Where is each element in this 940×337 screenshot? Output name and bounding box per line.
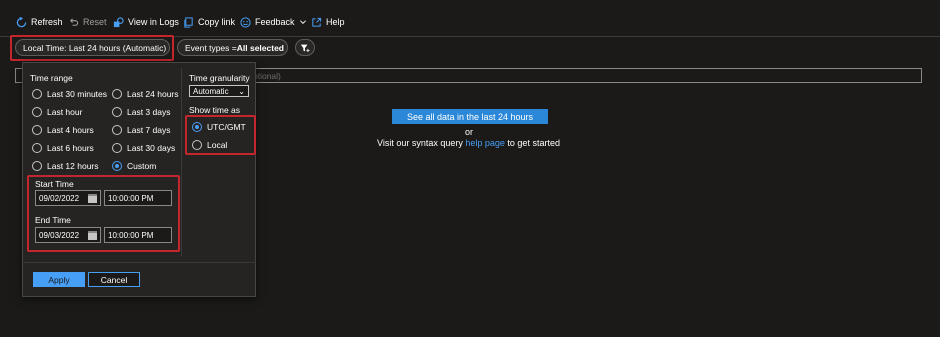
cancel-label: Cancel <box>100 274 128 285</box>
copy-link-label: Copy link <box>198 17 236 27</box>
add-filter-button[interactable] <box>295 39 315 56</box>
time-range-title: Time range <box>30 73 73 83</box>
view-in-logs-button[interactable]: View in Logs <box>113 15 179 29</box>
help-label: Help <box>326 17 345 27</box>
radio-last-30-minutes[interactable]: Last 30 minutes <box>32 89 107 99</box>
or-text: or <box>465 127 474 137</box>
radio-circle <box>32 107 42 117</box>
radio-label: Last hour <box>47 107 83 117</box>
radio-last-30-days[interactable]: Last 30 days <box>112 143 175 153</box>
radio-label: Last 4 hours <box>47 125 94 135</box>
refresh-button[interactable]: Refresh <box>16 15 63 29</box>
reset-label: Reset <box>83 17 107 27</box>
radio-label: UTC/GMT <box>207 122 246 132</box>
help-line: Visit our syntax query help page to get … <box>377 138 560 148</box>
start-date-input[interactable]: 09/02/2022 <box>35 190 101 206</box>
help-button[interactable]: Help <box>311 15 345 29</box>
radio-local[interactable]: Local <box>192 140 227 150</box>
radio-circle <box>32 161 42 171</box>
radio-label: Last 30 minutes <box>47 89 108 99</box>
radio-label: Custom <box>127 161 157 171</box>
filter-add-icon <box>300 44 310 52</box>
radio-circle <box>112 89 122 99</box>
start-time-label: Start Time <box>35 179 74 189</box>
show-time-as-title: Show time as <box>189 105 241 115</box>
radio-last-3-days[interactable]: Last 3 days <box>112 107 170 117</box>
end-time-value: 10:00:00 PM <box>108 230 154 240</box>
view-in-logs-label: View in Logs <box>128 17 179 27</box>
event-types-value: All selected <box>236 42 284 53</box>
radio-last-6-hours[interactable]: Last 6 hours <box>32 143 94 153</box>
calendar-icon[interactable] <box>88 231 97 240</box>
end-time-label: End Time <box>35 215 71 225</box>
event-types-pill[interactable]: Event types = All selected <box>177 39 288 56</box>
start-time-input[interactable]: 10:00:00 PM <box>104 190 172 206</box>
radio-label: Last 7 days <box>127 125 171 135</box>
radio-last-24-hours[interactable]: Last 24 hours <box>112 89 179 99</box>
dropdown-footer-divider <box>22 262 256 263</box>
undo-icon <box>69 17 79 26</box>
start-date-value: 09/02/2022 <box>39 193 80 203</box>
radio-circle-selected <box>112 161 122 171</box>
feedback-label: Feedback <box>255 17 295 27</box>
copy-link-button[interactable]: Copy link <box>183 15 235 29</box>
radio-circle <box>32 89 42 99</box>
copy-icon <box>184 16 193 28</box>
smiley-icon <box>240 16 251 28</box>
chevron-down-icon <box>299 20 306 24</box>
end-date-input[interactable]: 09/03/2022 <box>35 227 101 243</box>
start-time-value: 10:00:00 PM <box>108 193 154 203</box>
help-page-link[interactable]: help page <box>465 138 505 148</box>
apply-label: Apply <box>48 274 70 285</box>
query-placeholder: ptional) <box>253 70 281 81</box>
chevron-down-icon: ⌄ <box>238 87 245 96</box>
cancel-button[interactable]: Cancel <box>88 272 140 287</box>
see-all-data-label: See all data in the last 24 hours <box>406 111 534 122</box>
time-range-pill-label: Local Time: Last 24 hours (Automatic) <box>23 42 167 53</box>
help-prefix: Visit our syntax query <box>377 138 466 148</box>
radio-circle <box>112 143 122 153</box>
radio-circle-selected <box>192 122 202 132</box>
event-types-prefix: Event types = <box>185 42 237 53</box>
radio-circle <box>112 107 122 117</box>
radio-last-4-hours[interactable]: Last 4 hours <box>32 125 94 135</box>
end-date-value: 09/03/2022 <box>39 230 80 240</box>
help-suffix: to get started <box>504 138 560 148</box>
time-granularity-title: Time granularity <box>189 73 250 83</box>
radio-label: Last 24 hours <box>127 89 179 99</box>
time-granularity-value: Automatic <box>193 86 229 96</box>
radio-label: Last 6 hours <box>47 143 94 153</box>
external-link-icon <box>312 17 322 27</box>
reset-button[interactable]: Reset <box>68 15 107 29</box>
radio-label: Last 12 hours <box>47 161 99 171</box>
see-all-data-button[interactable]: See all data in the last 24 hours <box>392 109 548 124</box>
radio-last-12-hours[interactable]: Last 12 hours <box>32 161 99 171</box>
radio-circle <box>112 125 122 135</box>
radio-custom[interactable]: Custom <box>112 161 156 171</box>
calendar-icon[interactable] <box>88 194 97 203</box>
command-bar: Refresh Reset View in Logs Copy link Fee… <box>0 0 940 37</box>
radio-circle <box>32 143 42 153</box>
radio-last-7-days[interactable]: Last 7 days <box>112 125 170 135</box>
radio-label: Local <box>207 140 228 150</box>
radio-utc-gmt[interactable]: UTC/GMT <box>192 122 246 132</box>
feedback-button[interactable]: Feedback <box>240 15 307 29</box>
radio-last-hour[interactable]: Last hour <box>32 107 82 117</box>
radio-circle <box>32 125 42 135</box>
apply-button[interactable]: Apply <box>33 272 85 287</box>
radio-label: Last 3 days <box>127 107 171 117</box>
time-granularity-select[interactable]: Automatic ⌄ <box>189 85 249 97</box>
time-range-pill[interactable]: Local Time: Last 24 hours (Automatic) <box>15 39 170 56</box>
dropdown-column-divider <box>181 68 182 256</box>
refresh-icon <box>16 16 27 27</box>
radio-label: Last 30 days <box>127 143 176 153</box>
end-time-input[interactable]: 10:00:00 PM <box>104 227 172 243</box>
logs-icon <box>113 16 124 27</box>
refresh-label: Refresh <box>31 17 63 27</box>
search-query-input[interactable]: ptional) <box>182 68 922 83</box>
radio-circle <box>192 140 202 150</box>
